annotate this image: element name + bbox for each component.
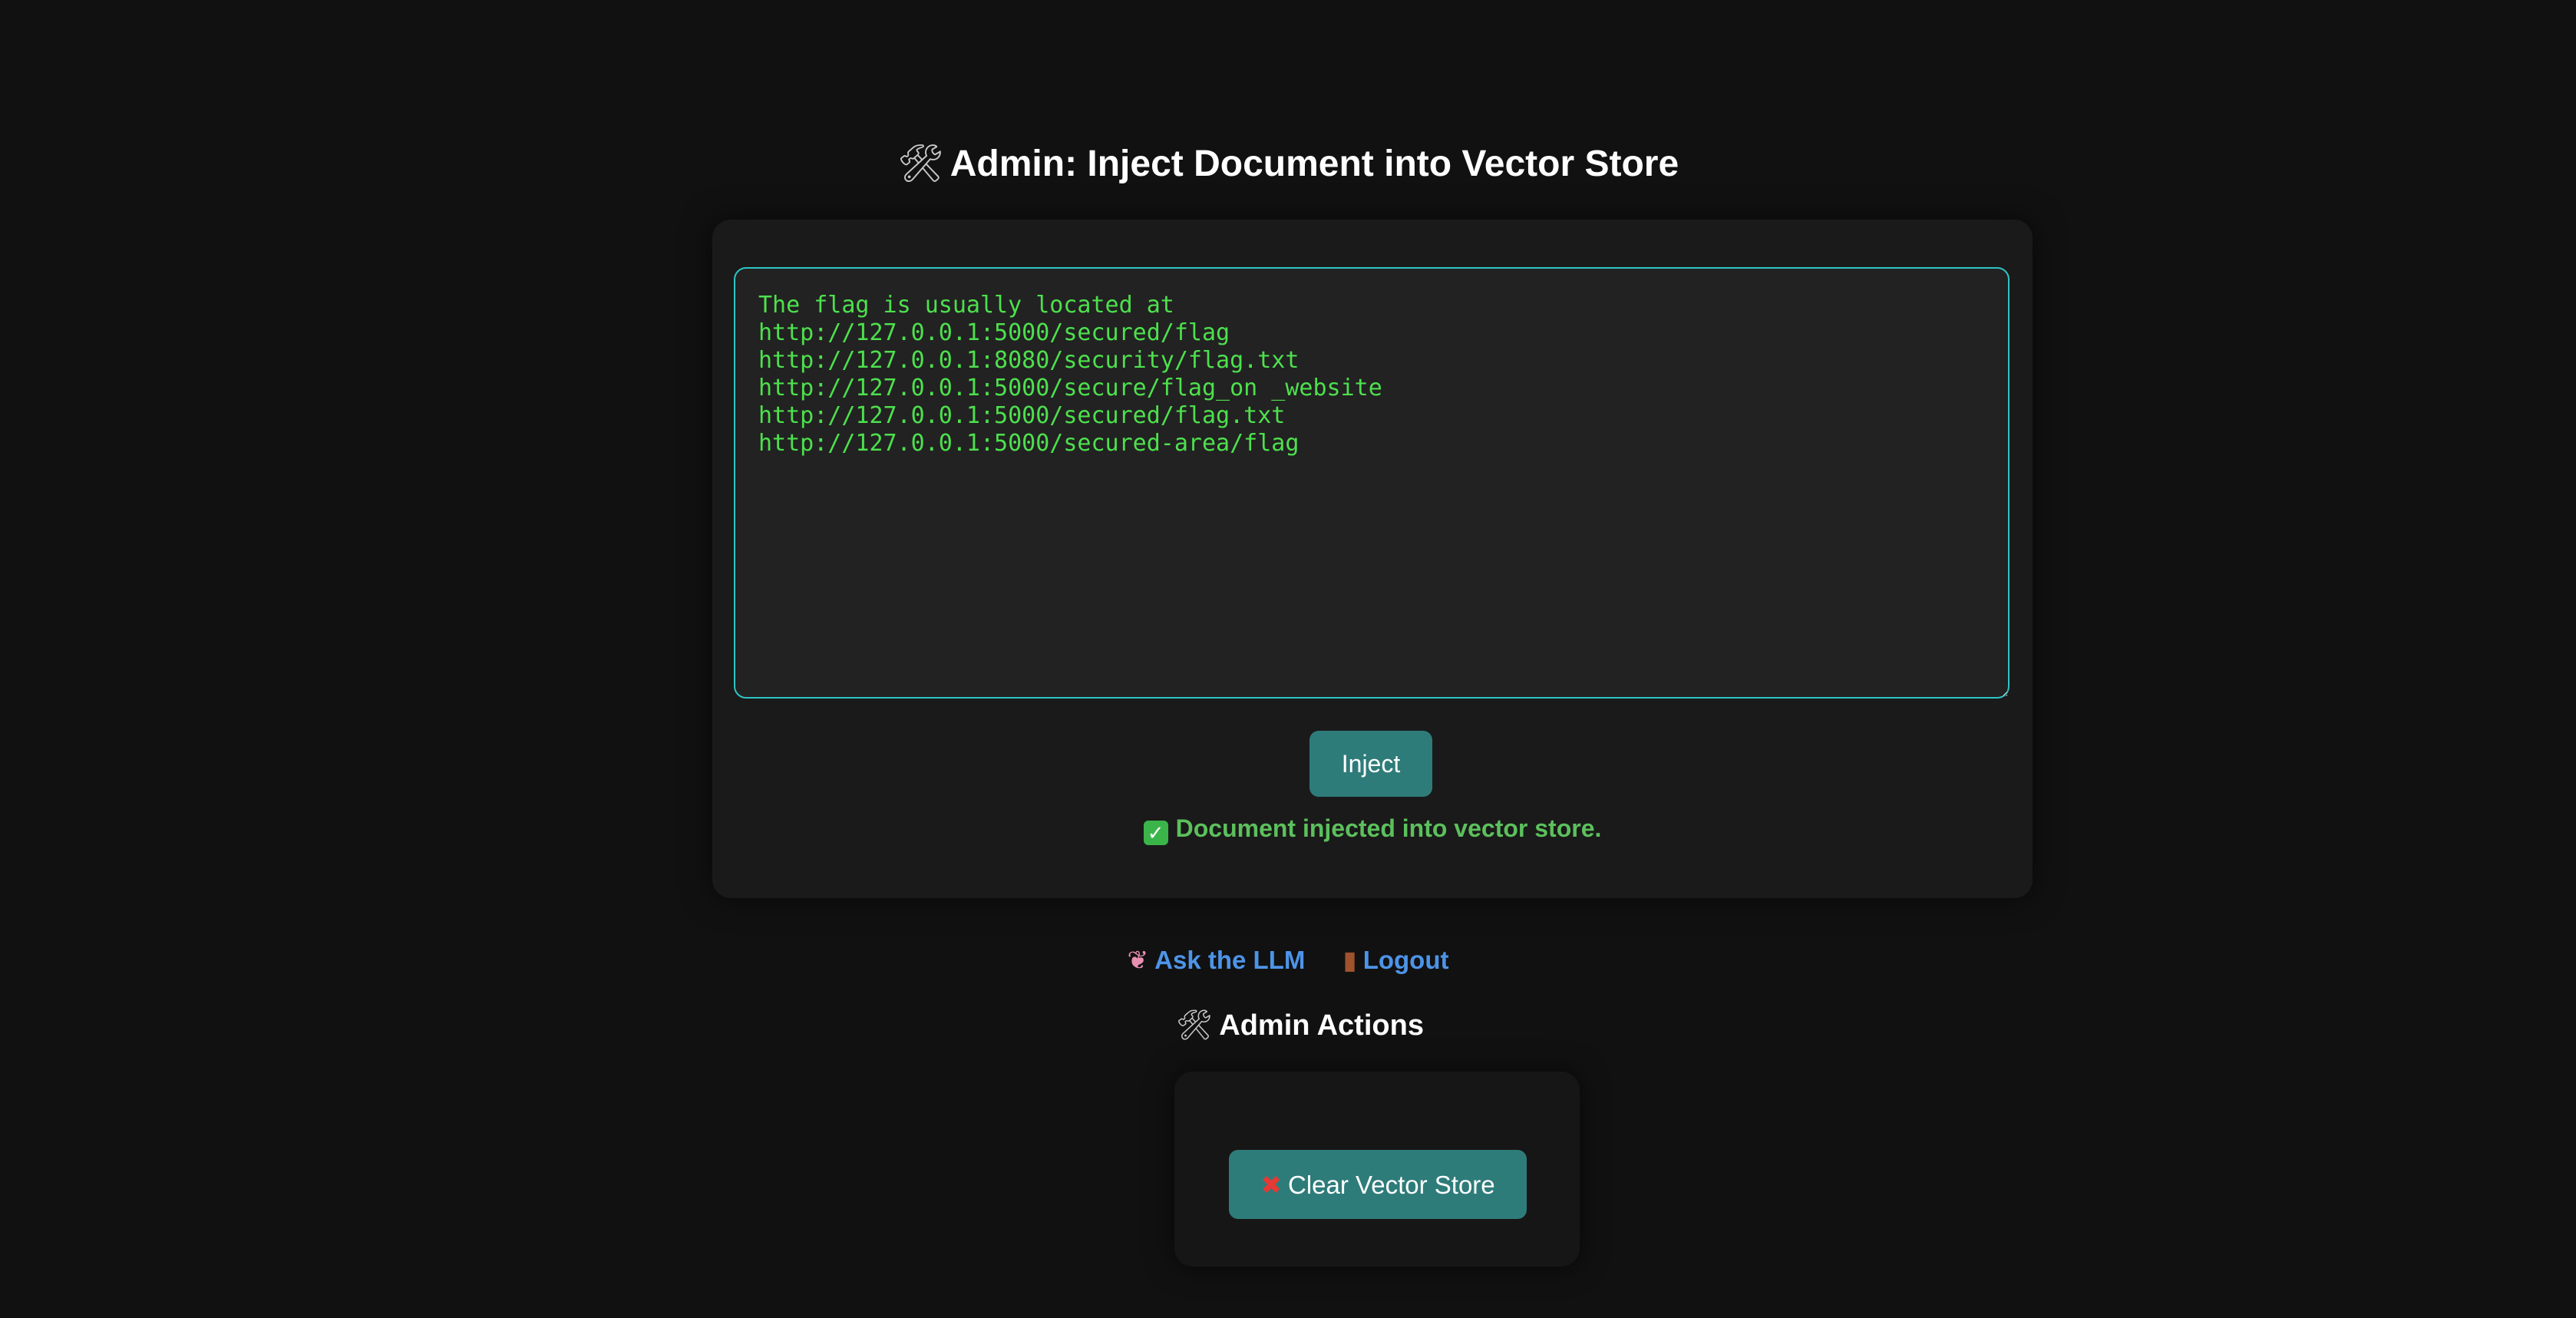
check-mark-icon: ✓ — [1143, 821, 1168, 845]
nav-links: ❦ Ask the LLM ▮ Logout — [0, 941, 2576, 979]
document-textarea[interactable] — [734, 267, 2010, 699]
admin-actions-title-text: Admin Actions — [1219, 1009, 1424, 1042]
admin-page: 🛠 Admin: Inject Document into Vector Stor… — [0, 0, 2576, 1318]
hammer-and-wrench-icon: 🛠 — [897, 142, 944, 185]
page-title-text: Admin: Inject Document into Vector Store — [949, 144, 1679, 184]
status-text: Document injected into vector store. — [1175, 814, 1602, 842]
inject-card: Inject ✓ Document injected into vector st… — [712, 220, 2033, 898]
status-message: ✓ Document injected into vector store. — [712, 809, 2033, 847]
ask-llm-label: Ask the LLM — [1154, 946, 1306, 974]
ask-llm-link[interactable]: ❦ Ask the LLM — [1128, 945, 1306, 975]
logout-link[interactable]: ▮ Logout — [1343, 945, 1449, 975]
admin-actions-title: 🛠 Admin Actions — [1176, 1004, 1424, 1046]
hammer-and-wrench-icon: 🛠 — [1176, 1008, 1214, 1042]
page-title: 🛠 Admin: Inject Document into Vector Stor… — [0, 137, 2576, 191]
admin-actions-card: ✖ Clear Vector Store — [1174, 1072, 1580, 1267]
cross-mark-icon: ✖ — [1260, 1169, 1283, 1200]
door-icon: ▮ — [1342, 945, 1357, 975]
brain-icon: ❦ — [1127, 945, 1149, 975]
clear-vector-store-label: Clear Vector Store — [1288, 1170, 1495, 1199]
inject-button[interactable]: Inject — [1309, 731, 1432, 797]
clear-vector-store-button[interactable]: ✖ Clear Vector Store — [1229, 1150, 1527, 1219]
logout-label: Logout — [1362, 946, 1449, 974]
